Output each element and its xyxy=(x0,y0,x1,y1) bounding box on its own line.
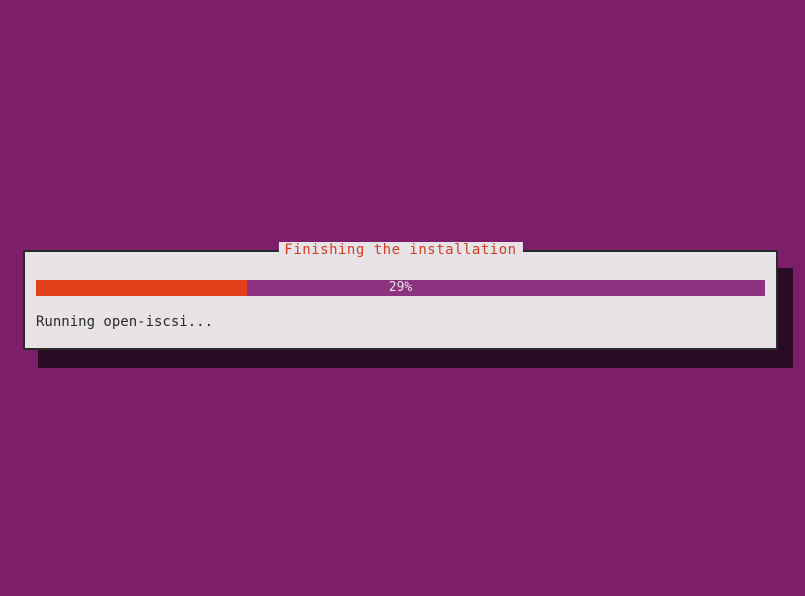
progress-bar: 29% xyxy=(36,280,765,296)
progress-percent-label: 29% xyxy=(36,280,765,296)
dialog-title: Finishing the installation xyxy=(278,242,522,258)
status-message: Running open-iscsi... xyxy=(36,314,213,330)
installer-dialog: Finishing the installation 29% Running o… xyxy=(23,250,778,350)
